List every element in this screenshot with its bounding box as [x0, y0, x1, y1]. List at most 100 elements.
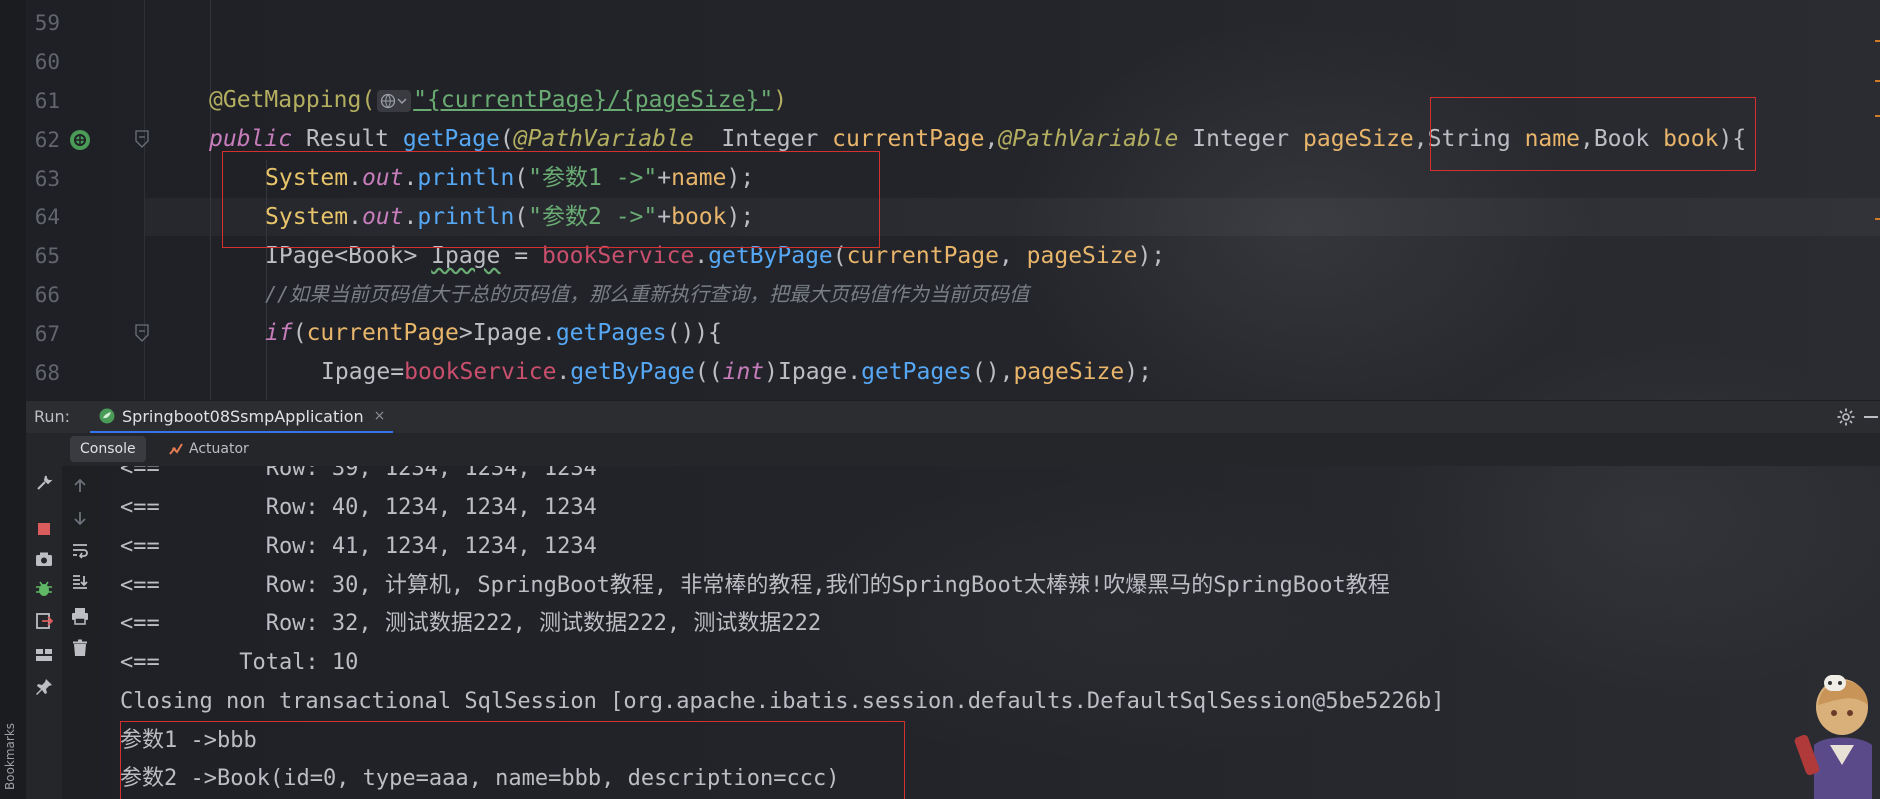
chevron-down-icon — [397, 98, 407, 104]
method-name-token: getPage — [402, 126, 500, 152]
param-token: pageSize — [1013, 359, 1125, 385]
camera-icon[interactable] — [34, 549, 54, 569]
keyword-token: int — [722, 359, 765, 385]
console-line: <== Total: 10 — [120, 650, 359, 675]
punct-token: ( — [499, 126, 514, 152]
method-name-token: getPages — [555, 320, 667, 346]
editor-left-strip — [0, 0, 26, 400]
code-line-61[interactable]: @GetMapping( "{currentPage}/{pageSize}") — [209, 81, 787, 119]
tab-console[interactable]: Console — [70, 436, 146, 462]
highlight-box-println — [222, 151, 880, 248]
annotation-token: @PathVariable — [513, 126, 694, 152]
console-line: <== Row: 40, 1234, 1234, 1234 — [120, 495, 597, 520]
close-icon[interactable]: × — [374, 408, 386, 424]
console-output[interactable]: <== Row: 39, 1234, 1234, 1234 <== Row: 4… — [98, 466, 1880, 799]
code-line-66[interactable]: //如果当前页码值大于总的页码值，那么重新执行查询，把最大页码值作为当前页码值 — [265, 275, 1029, 313]
code-line-68[interactable]: Ipage=bookService.getByPage((int)Ipage.g… — [321, 353, 1152, 391]
minimize-icon[interactable] — [1864, 416, 1878, 418]
highlight-box-params — [1430, 97, 1756, 171]
variable-token: Ipage= — [321, 359, 405, 385]
line-number: 61 — [34, 89, 60, 113]
line-number: 64 — [34, 205, 60, 229]
highlight-box-output — [120, 721, 905, 799]
punct-token: , — [984, 126, 999, 152]
scrollbar-marker[interactable] — [1875, 115, 1880, 117]
keyword-token: public — [209, 126, 293, 152]
annotation-close: ) — [773, 87, 788, 113]
line-number: 68 — [34, 361, 60, 385]
punct-token: . — [556, 359, 571, 385]
punct-token: , — [998, 243, 1027, 269]
spring-boot-icon — [99, 408, 115, 424]
run-side-toolbar — [26, 433, 62, 799]
tab-actuator[interactable]: Actuator — [162, 436, 255, 462]
method-name-token: getPages — [861, 359, 972, 385]
console-line: <== Row: 39, 1234, 1234, 1234 — [120, 466, 597, 481]
mascot-figure-image — [1794, 675, 1872, 799]
punct-token: ); — [1124, 359, 1152, 385]
pin-icon[interactable] — [34, 677, 54, 697]
gear-icon[interactable] — [1836, 407, 1856, 427]
line-number: 67 — [34, 322, 60, 346]
spring-web-endpoint-icon[interactable] — [68, 128, 92, 152]
method-name-token: getByPage — [570, 359, 695, 385]
web-inlay-hint[interactable] — [377, 89, 412, 112]
scroll-to-end-icon[interactable] — [70, 572, 90, 592]
comment-token: //如果当前页码值大于总的页码值，那么重新执行查询，把最大页码值作为当前页码值 — [265, 282, 1030, 306]
console-line: Closing non transactional SqlSession [or… — [120, 689, 1445, 714]
run-label: Run: — [34, 407, 71, 426]
line-number: 63 — [34, 167, 60, 191]
punct-token: , — [999, 359, 1014, 385]
punct-token: )Ipage. — [764, 359, 862, 385]
console-action-toolbar — [62, 466, 98, 799]
keyword-token: if — [265, 320, 293, 346]
print-icon[interactable] — [70, 606, 90, 626]
run-tool-window-header: Run: Springboot08SsmpApplication × — [26, 400, 1880, 434]
arrow-up-icon[interactable] — [70, 476, 90, 496]
line-number: 60 — [34, 50, 60, 74]
fold-marker-icon[interactable] — [134, 323, 150, 343]
arrow-down-icon[interactable] — [70, 508, 90, 528]
wrench-icon[interactable] — [34, 473, 54, 493]
param-token: currentPage — [306, 320, 459, 346]
code-editor[interactable]: 59 60 61 62 63 64 65 66 67 68 @GetMappin… — [0, 0, 1880, 400]
param-token: currentPage — [832, 126, 985, 152]
globe-icon — [381, 93, 396, 108]
console-line: <== Row: 32, 测试数据222, 测试数据222, 测试数据222 — [120, 611, 822, 636]
trash-icon[interactable] — [70, 638, 90, 658]
indent-guide — [210, 0, 211, 400]
bookmarks-tool-label[interactable]: Bookmarks — [3, 710, 23, 790]
fold-marker-icon[interactable] — [134, 129, 150, 149]
punct-token: ()){ — [666, 320, 722, 346]
scrollbar-marker[interactable] — [1875, 80, 1880, 82]
annotation-token: @GetMapping( — [209, 87, 376, 113]
scrollbar-marker[interactable] — [1875, 218, 1880, 220]
field-token: bookService — [404, 359, 557, 385]
punct-token: ); — [1137, 243, 1166, 269]
console-line: <== Row: 41, 1234, 1234, 1234 — [120, 534, 597, 559]
console-line: <== Row: 30, 计算机, SpringBoot教程, 非常棒的教程,我… — [120, 573, 1390, 598]
line-number: 65 — [34, 244, 60, 268]
layout-icon[interactable] — [34, 645, 54, 665]
type-token: Result — [292, 126, 403, 152]
param-token: pageSize — [1303, 126, 1414, 152]
tab-actuator-label: Actuator — [189, 441, 249, 457]
stop-icon[interactable] — [34, 519, 54, 539]
soft-wrap-icon[interactable] — [70, 540, 90, 560]
run-config-tab[interactable]: Springboot08SsmpApplication × — [90, 401, 394, 434]
punct-token: , — [1413, 126, 1428, 152]
exit-icon[interactable] — [34, 611, 54, 631]
code-line-67[interactable]: if(currentPage>Ipage.getPages()){ — [265, 314, 722, 352]
actuator-icon — [169, 443, 183, 455]
type-token: Integer — [693, 126, 833, 152]
line-number: 59 — [34, 11, 60, 35]
punct-token: >Ipage. — [458, 320, 556, 346]
punct-token: (( — [694, 359, 723, 385]
punct-token: () — [971, 359, 1000, 385]
mapping-path-string: "{currentPage}/{pageSize}" — [413, 87, 774, 113]
scrollbar-marker[interactable] — [1875, 40, 1880, 42]
debug-bug-icon[interactable] — [34, 579, 54, 599]
line-number: 66 — [34, 283, 60, 307]
run-config-tab-label: Springboot08SsmpApplication — [122, 406, 364, 426]
punct-token: ( — [292, 320, 307, 346]
